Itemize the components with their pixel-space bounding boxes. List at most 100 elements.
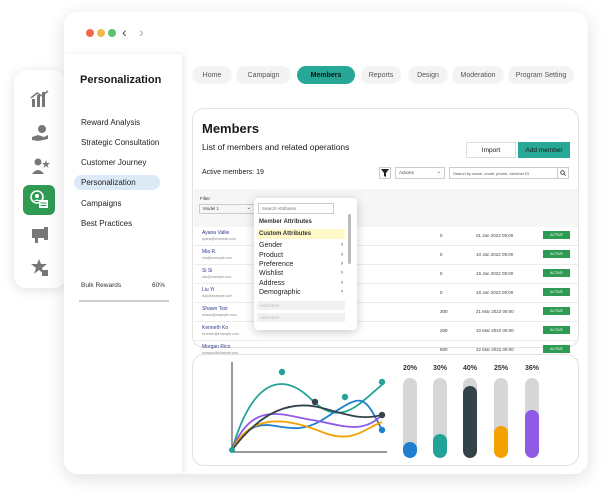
filter-select[interactable]: Model 1 ⌄ bbox=[199, 204, 255, 214]
curve-chart bbox=[229, 362, 387, 453]
member-points: 300 bbox=[440, 309, 448, 314]
attribute-item-address[interactable]: Address › bbox=[259, 280, 345, 287]
attribute-label: Product bbox=[259, 252, 284, 259]
chevron-down-icon: ⌄ bbox=[246, 205, 251, 211]
progress-track bbox=[463, 378, 477, 458]
table-row[interactable]: Ayana Vallie ayana@example.com 0 01 Jan 202… bbox=[194, 227, 578, 246]
member-points: 200 bbox=[440, 328, 448, 333]
tab-reports[interactable]: Reports bbox=[361, 66, 401, 84]
table-row[interactable]: Mia R. mia@example.com 0 10 Jan 2022 09:00 A… bbox=[194, 246, 578, 265]
progress-track bbox=[494, 378, 508, 458]
sidebar-item-customer-journey[interactable]: Customer Journey bbox=[81, 158, 146, 167]
attribute-label: Wishlist bbox=[259, 270, 284, 277]
tab-design[interactable]: Design bbox=[408, 66, 448, 84]
member-name[interactable]: Ayana Vallie bbox=[202, 230, 229, 236]
title-bar: ‹ › bbox=[64, 12, 588, 54]
member-email: mia@example.com bbox=[202, 256, 233, 260]
chevron-right-icon: › bbox=[341, 270, 343, 276]
progress-fill bbox=[494, 426, 508, 458]
curve-point bbox=[378, 378, 386, 386]
actions-select[interactable]: Actions ⌄ bbox=[395, 167, 445, 179]
chevron-right-icon: › bbox=[341, 242, 343, 248]
chevron-right-icon[interactable]: › bbox=[139, 24, 144, 40]
member-name[interactable]: Morgan Rico bbox=[202, 344, 230, 350]
member-points: 0 bbox=[440, 290, 443, 295]
member-name[interactable]: Mia R. bbox=[202, 249, 216, 255]
member-name[interactable]: Kenneth Ko bbox=[202, 325, 228, 331]
members-subtitle: List of members and related operations bbox=[202, 142, 350, 152]
tab-home[interactable]: Home bbox=[192, 66, 232, 84]
minimize-dot-icon[interactable] bbox=[97, 29, 105, 37]
filter-select-value: Model 1 bbox=[203, 206, 220, 211]
sidebar-item-best-practices[interactable]: Best Practices bbox=[81, 219, 132, 228]
progress-fill bbox=[525, 410, 539, 458]
search-icon[interactable] bbox=[557, 168, 568, 178]
tab-campaign[interactable]: Campaign bbox=[236, 66, 291, 84]
member-name[interactable]: Liu Yi bbox=[202, 287, 214, 293]
filter-label: Filter bbox=[200, 196, 210, 201]
attribute-search-input[interactable]: Search Attributes bbox=[258, 203, 334, 214]
bulk-rewards-label: Bulk Rewards bbox=[81, 282, 122, 289]
tab-members[interactable]: Members bbox=[297, 66, 355, 84]
member-search-input[interactable]: Search by name, email, phone, member ID bbox=[449, 167, 569, 179]
sidebar-item-reward-analysis[interactable]: Reward Analysis bbox=[81, 118, 140, 127]
import-button[interactable]: Import bbox=[466, 142, 516, 158]
maximize-dot-icon[interactable] bbox=[108, 29, 116, 37]
status-badge: ACTIVE bbox=[543, 326, 570, 334]
tab-moderation[interactable]: Moderation bbox=[452, 66, 504, 84]
tab-program-setting[interactable]: Program Setting bbox=[508, 66, 574, 84]
attribute-item-gender[interactable]: Gender › bbox=[259, 242, 345, 249]
table-row[interactable]: Shawn Tsoi shawn@example.com 300 21 Mar 202… bbox=[194, 303, 578, 322]
sidebar-item-strategic-consultation[interactable]: Strategic Consultation bbox=[81, 138, 159, 147]
attribute-item-demographic[interactable]: Demographic › bbox=[259, 289, 345, 296]
member-card-icon[interactable] bbox=[23, 185, 55, 215]
attribute-item-preference[interactable]: Preference › bbox=[259, 261, 345, 268]
hand-coin-icon[interactable] bbox=[25, 120, 55, 146]
add-member-button[interactable]: Add member bbox=[518, 142, 570, 158]
active-members-count: Active members: 19 bbox=[202, 169, 264, 176]
member-date: 18 Jan 2022 09:00 bbox=[476, 290, 514, 295]
add-more-item: Add More bbox=[257, 301, 345, 310]
member-name[interactable]: Shawn Tsoi bbox=[202, 306, 227, 312]
actions-select-value: Actions bbox=[399, 170, 414, 175]
attribute-item-wishlist[interactable]: Wishlist › bbox=[259, 270, 345, 277]
table-row[interactable]: Kenneth Ko kenneth@example.com 200 10 Mar 2… bbox=[194, 322, 578, 341]
sidebar-item-campaigns[interactable]: Campaigns bbox=[81, 199, 121, 208]
member-date: 22 Mar 2022 09:00 bbox=[476, 347, 514, 352]
member-points: 0 bbox=[440, 271, 443, 276]
member-date: 21 Mar 2022 09:00 bbox=[476, 309, 514, 314]
member-attributes-header[interactable]: Member Attributes bbox=[259, 219, 312, 225]
members-title: Members bbox=[202, 121, 260, 136]
megaphone-icon[interactable] bbox=[25, 222, 55, 248]
progress-label: 30% bbox=[432, 365, 447, 372]
badge-star-icon[interactable] bbox=[25, 255, 55, 281]
add-more-item: Add More bbox=[257, 313, 345, 322]
bulk-rewards-progress[interactable]: Bulk Rewards 60% bbox=[79, 276, 169, 302]
curve-point bbox=[378, 411, 386, 419]
chevron-down-icon: ⌄ bbox=[436, 169, 441, 175]
member-points: 500 bbox=[440, 347, 448, 352]
close-dot-icon[interactable] bbox=[86, 29, 94, 37]
person-star-icon[interactable] bbox=[25, 153, 55, 179]
member-email: shawn@example.com bbox=[202, 313, 237, 317]
attribute-dropdown: Search Attributes Member Attributes Cust… bbox=[254, 198, 357, 330]
member-email: liuyi@example.com bbox=[202, 294, 233, 298]
funnel-icon bbox=[381, 169, 389, 177]
progress-track bbox=[433, 378, 447, 458]
dropdown-scrollbar[interactable] bbox=[348, 214, 351, 264]
status-badge: ACTIVE bbox=[543, 269, 570, 277]
progress-label: 25% bbox=[493, 365, 508, 372]
filter-button[interactable] bbox=[379, 167, 391, 179]
attribute-item-product[interactable]: Product › bbox=[259, 252, 345, 259]
curve-point bbox=[311, 398, 319, 406]
sidebar-item-personalization[interactable]: Personalization bbox=[74, 175, 160, 190]
chevron-right-icon: › bbox=[341, 261, 343, 267]
member-date: 01 Jan 2022 09:00 bbox=[476, 233, 514, 238]
table-row[interactable]: Si Si sisi@example.com 0 15 Jan 2022 09:00 A… bbox=[194, 265, 578, 284]
sidebar: Personalization Reward Analysis Strategi… bbox=[64, 54, 182, 474]
member-name[interactable]: Si Si bbox=[202, 268, 212, 274]
bar-chart-icon[interactable] bbox=[25, 86, 55, 112]
custom-attributes-header[interactable]: Custom Attributes bbox=[257, 229, 345, 239]
table-row[interactable]: Liu Yi liuyi@example.com 0 18 Jan 2022 09:0… bbox=[194, 284, 578, 303]
chevron-left-icon[interactable]: ‹ bbox=[122, 24, 127, 40]
